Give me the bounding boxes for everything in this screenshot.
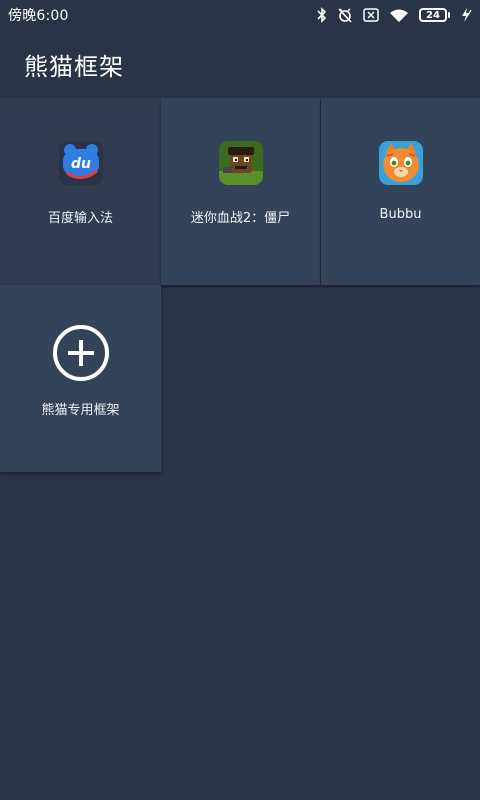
svg-text:du: du bbox=[71, 156, 91, 172]
battery-icon: 24 bbox=[419, 8, 450, 22]
baidu-input-icon: du bbox=[58, 141, 103, 185]
wifi-icon bbox=[389, 8, 409, 23]
page-title: 熊猫框架 bbox=[24, 52, 124, 81]
alarm-off-icon bbox=[337, 7, 353, 23]
app-tile-mini-blood-war[interactable]: 迷你血战2：僵尸 bbox=[161, 98, 320, 285]
app-label: 熊猫专用框架 bbox=[41, 403, 120, 418]
sim-icon bbox=[363, 8, 379, 22]
mini-blood-war-icon bbox=[218, 141, 263, 185]
bubbu-cat-icon bbox=[378, 141, 423, 185]
app-bar: 熊猫框架 bbox=[0, 30, 480, 98]
bluetooth-icon bbox=[317, 7, 327, 23]
charging-icon bbox=[460, 7, 472, 23]
app-tile-bubbu[interactable]: Bubbu bbox=[321, 98, 480, 285]
app-label: 迷你血战2：僵尸 bbox=[190, 211, 291, 226]
app-label: 百度输入法 bbox=[47, 211, 113, 226]
battery-level: 24 bbox=[419, 8, 447, 22]
app-tile-baidu-input[interactable]: du 百度输入法 bbox=[0, 98, 161, 285]
app-label: Bubbu bbox=[379, 207, 422, 222]
add-circle-icon bbox=[51, 323, 111, 383]
status-time: 傍晚6:00 bbox=[8, 8, 69, 24]
status-icons: 24 bbox=[317, 7, 472, 23]
status-bar: 傍晚6:00 24 bbox=[0, 0, 480, 30]
app-tile-add-framework[interactable]: 熊猫专用框架 bbox=[0, 285, 161, 472]
